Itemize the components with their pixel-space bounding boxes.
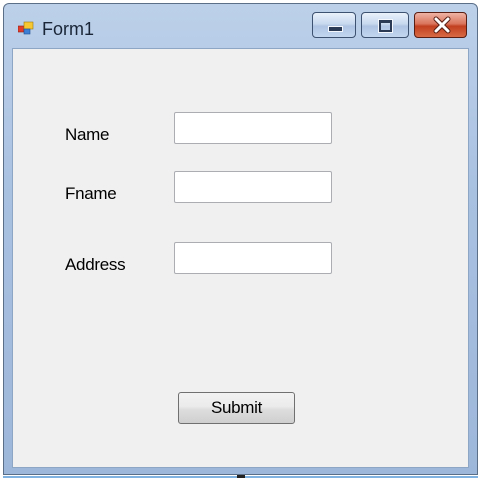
window-title: Form1: [42, 19, 95, 39]
maximize-icon: [379, 20, 392, 32]
form1-window: Form1 Name Fname Address Submit: [3, 3, 478, 475]
close-button[interactable]: [414, 12, 467, 38]
name-label: Name: [65, 125, 110, 144]
submit-button[interactable]: Submit: [178, 392, 295, 424]
app-icon: [18, 21, 34, 35]
address-input[interactable]: [174, 242, 332, 274]
fname-label: Fname: [65, 184, 117, 203]
title-bar[interactable]: Form1: [4, 4, 477, 48]
resize-notch: [237, 475, 245, 478]
address-label: Address: [65, 255, 126, 274]
fname-input[interactable]: [174, 171, 332, 203]
minimize-button[interactable]: [312, 12, 356, 38]
form-client-area: Name Fname Address Submit: [12, 48, 469, 468]
maximize-button[interactable]: [361, 12, 409, 38]
name-input[interactable]: [174, 112, 332, 144]
minimize-icon: [328, 26, 343, 32]
close-icon: [433, 16, 451, 34]
